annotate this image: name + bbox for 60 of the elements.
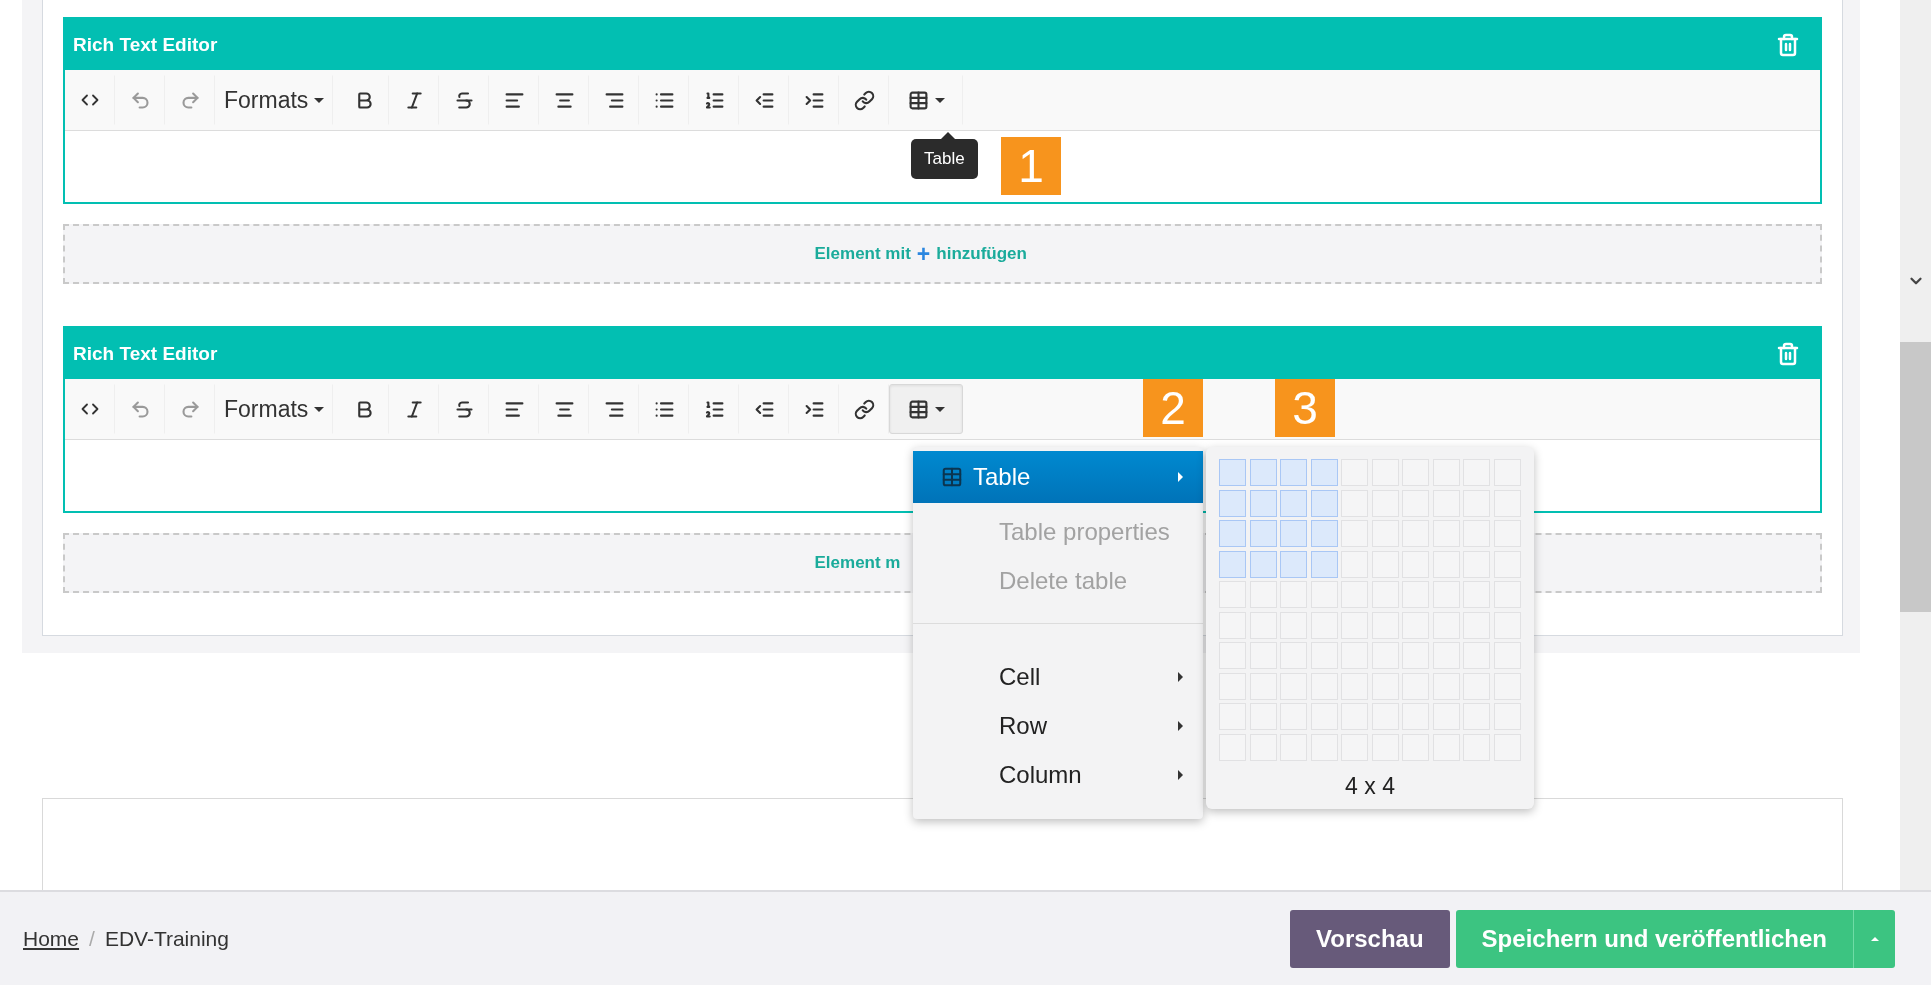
- redo-icon: [179, 398, 201, 420]
- grid-cell[interactable]: [1219, 550, 1247, 578]
- caret-icon: [1870, 936, 1879, 941]
- number-marker: 1: [1001, 137, 1061, 195]
- caret-icon: [934, 97, 945, 103]
- preview-button[interactable]: Vorschau: [1290, 909, 1450, 968]
- link-icon: [853, 89, 875, 111]
- editor-title: Rich Text Editor: [73, 33, 218, 56]
- grid-cell[interactable]: [1219, 520, 1247, 547]
- menu-item[interactable]: Table: [913, 451, 1203, 503]
- breadcrumb-label: EDV-Training: [104, 926, 229, 951]
- grid-cell[interactable]: [1310, 520, 1338, 547]
- add-element-text: Element mit: [814, 244, 911, 264]
- grid-cell[interactable]: [1310, 459, 1338, 486]
- grid-cell[interactable]: [1249, 489, 1277, 517]
- trash-icon[interactable]: [1776, 32, 1800, 57]
- strikethrough-icon: [453, 89, 475, 111]
- editor-title: Rich Text Editor: [73, 342, 218, 365]
- table-icon: [907, 398, 929, 420]
- dropdown-toggle[interactable]: [1853, 909, 1895, 968]
- link-icon: [853, 398, 875, 420]
- grid-cell[interactable]: [1310, 550, 1338, 578]
- table-icon: [941, 466, 963, 488]
- tooltip: Table: [911, 139, 978, 179]
- size-label: 4 x 4: [1345, 772, 1395, 800]
- table-icon: [907, 89, 929, 111]
- caret-icon: [314, 97, 325, 103]
- grid-cell[interactable]: [1280, 520, 1308, 547]
- add-element-bar[interactable]: Element mit + hinzufügen: [63, 224, 1822, 284]
- number-marker: 2: [1143, 379, 1203, 437]
- formats-dropdown[interactable]: Formats: [215, 75, 334, 125]
- number-marker: 3: [1275, 379, 1335, 437]
- grid-cell[interactable]: [1310, 489, 1338, 517]
- redo-icon: [179, 89, 201, 111]
- formats-dropdown[interactable]: Formats: [215, 384, 334, 434]
- tooltip-arrow: [941, 132, 955, 139]
- menu-item[interactable]: Cell: [913, 652, 1203, 701]
- table-button[interactable]: [889, 384, 964, 434]
- numbered-list-icon: [703, 398, 725, 420]
- numbered-list-icon: [703, 89, 725, 111]
- breadcrumb-separator: /: [89, 926, 95, 951]
- grid-cell[interactable]: [1249, 520, 1277, 547]
- menu-item[interactable]: Column: [913, 750, 1203, 799]
- grid-cell[interactable]: [1249, 459, 1277, 486]
- strikethrough-icon: [453, 398, 475, 420]
- grid-cell[interactable]: [1249, 550, 1277, 578]
- trash-icon[interactable]: [1776, 341, 1800, 366]
- menu-item[interactable]: Row: [913, 701, 1203, 750]
- scrollbar[interactable]: [1900, 0, 1931, 890]
- grid-cell[interactable]: [1219, 489, 1247, 517]
- grid-cell[interactable]: [1280, 459, 1308, 486]
- breadcrumb-link[interactable]: Home: [23, 926, 80, 951]
- caret-icon: [934, 406, 945, 412]
- add-element-text: Element m: [814, 553, 901, 573]
- grid-cell[interactable]: [1280, 489, 1308, 517]
- caret-icon: [314, 406, 325, 412]
- grid-cell[interactable]: [1219, 459, 1247, 486]
- scrollbar-thumb[interactable]: [1900, 342, 1931, 612]
- plus-sign: +: [916, 242, 931, 266]
- grid-cell[interactable]: [1280, 550, 1308, 578]
